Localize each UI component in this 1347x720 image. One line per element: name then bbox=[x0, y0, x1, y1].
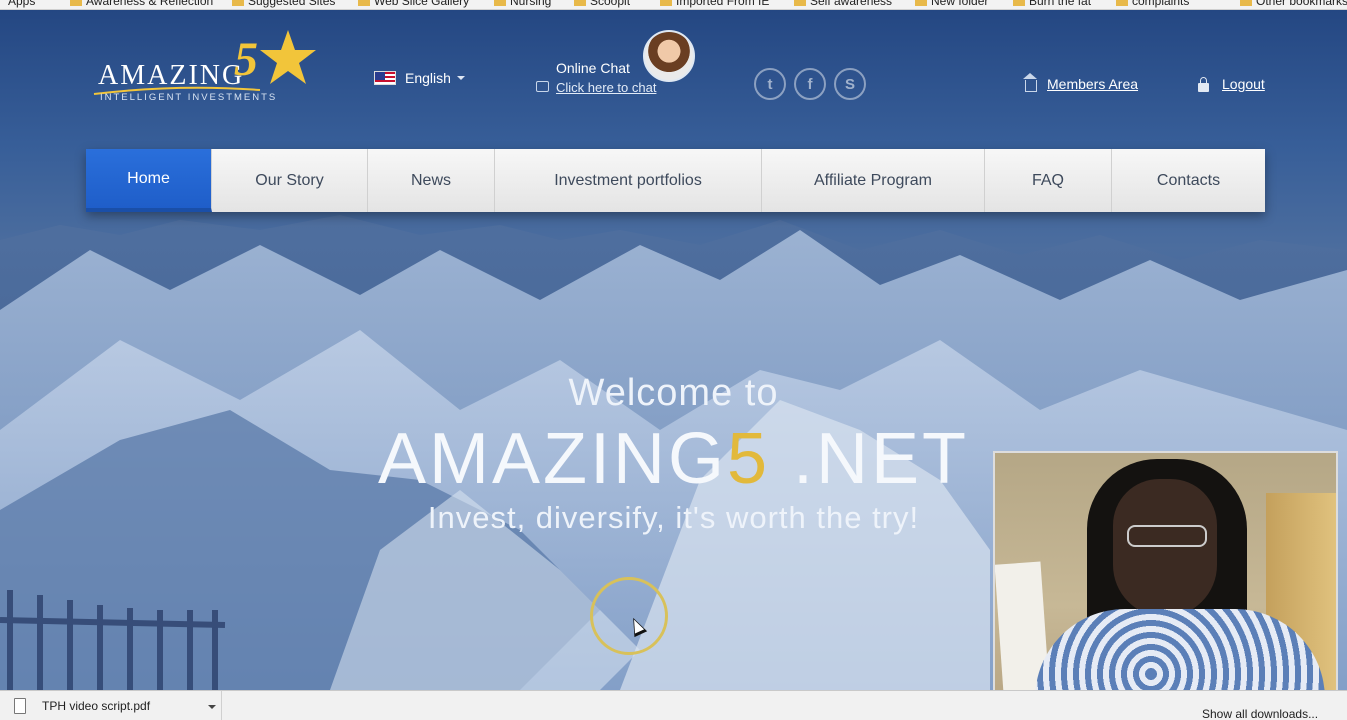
bookmarks-bar: Apps Awareness & Reflection Suggested Si… bbox=[0, 0, 1347, 10]
pdf-file-icon bbox=[14, 698, 26, 714]
bookmark-apps[interactable]: Apps bbox=[8, 0, 35, 8]
webcam-overlay bbox=[993, 451, 1338, 710]
hero-brand-five: 5 bbox=[726, 419, 771, 499]
bookmark-self-awareness[interactable]: Self awareness bbox=[794, 0, 892, 8]
webcam-person-face bbox=[1113, 479, 1217, 617]
hero-brand-suffix: .NET bbox=[770, 419, 970, 499]
download-item[interactable]: TPH video script.pdf bbox=[0, 691, 222, 720]
hero-welcome: Welcome to bbox=[568, 372, 779, 414]
logout-link[interactable]: Logout bbox=[1198, 76, 1265, 92]
show-all-downloads-link[interactable]: Show all downloads... bbox=[1202, 707, 1318, 720]
cursor-highlight bbox=[590, 577, 668, 655]
nav-contacts[interactable]: Contacts bbox=[1112, 149, 1265, 212]
bookmark-burn-the-fat[interactable]: Burn the fat bbox=[1013, 0, 1091, 8]
home-icon bbox=[1023, 73, 1037, 92]
bookmark-other[interactable]: Other bookmarks bbox=[1240, 0, 1347, 8]
downloads-bar: TPH video script.pdf Show all downloads.… bbox=[0, 690, 1347, 720]
language-label: English bbox=[405, 70, 451, 86]
site-logo[interactable]: AMAZING 5 INTELLIGENT INVESTMENTS bbox=[92, 28, 322, 116]
lock-icon bbox=[1198, 76, 1209, 92]
nav-investment-portfolios[interactable]: Investment portfolios bbox=[495, 149, 762, 212]
chat-agent-avatar[interactable] bbox=[643, 30, 695, 82]
bookmark-nursing[interactable]: Nursing bbox=[494, 0, 551, 8]
us-flag-icon bbox=[374, 71, 396, 85]
logo-five: 5 bbox=[234, 33, 258, 86]
twitter-icon[interactable]: t bbox=[754, 68, 786, 100]
download-filename: TPH video script.pdf bbox=[42, 699, 151, 713]
members-area-link[interactable]: Members Area bbox=[1023, 73, 1139, 92]
bookmark-new-folder[interactable]: New folder bbox=[915, 0, 988, 8]
members-area-label: Members Area bbox=[1047, 76, 1139, 92]
logo-tagline: INTELLIGENT INVESTMENTS bbox=[100, 92, 278, 103]
bookmark-imported-from-ie[interactable]: Imported From IE bbox=[660, 0, 769, 8]
nav-home[interactable]: Home bbox=[86, 149, 212, 212]
star-icon bbox=[260, 30, 316, 84]
bookmark-awareness[interactable]: Awareness & Reflection bbox=[70, 0, 213, 8]
bookmark-web-slice-gallery[interactable]: Web Slice Gallery bbox=[358, 0, 469, 8]
nav-our-story[interactable]: Our Story bbox=[212, 149, 368, 212]
bookmark-complaints[interactable]: complaints bbox=[1116, 0, 1189, 8]
nav-affiliate-program[interactable]: Affiliate Program bbox=[762, 149, 985, 212]
main-navigation: Home Our Story News Investment portfolio… bbox=[86, 149, 1265, 212]
skype-icon[interactable]: S bbox=[834, 68, 866, 100]
chevron-down-icon[interactable] bbox=[208, 705, 216, 709]
facebook-icon[interactable]: f bbox=[794, 68, 826, 100]
chat-title: Online Chat bbox=[556, 60, 630, 76]
nav-faq[interactable]: FAQ bbox=[985, 149, 1112, 212]
chevron-down-icon bbox=[456, 76, 465, 80]
language-selector[interactable]: English bbox=[374, 70, 465, 86]
logout-label: Logout bbox=[1222, 76, 1265, 92]
bookmark-suggested-sites[interactable]: Suggested Sites bbox=[232, 0, 335, 8]
hero-brand-prefix: AMAZING bbox=[377, 419, 727, 499]
chat-bubble-icon bbox=[536, 81, 549, 92]
bookmark-scoopit[interactable]: Scoopit bbox=[574, 0, 630, 8]
nav-news[interactable]: News bbox=[368, 149, 495, 212]
webcam-person-glasses bbox=[1127, 525, 1207, 547]
chat-link[interactable]: Click here to chat bbox=[556, 80, 656, 95]
